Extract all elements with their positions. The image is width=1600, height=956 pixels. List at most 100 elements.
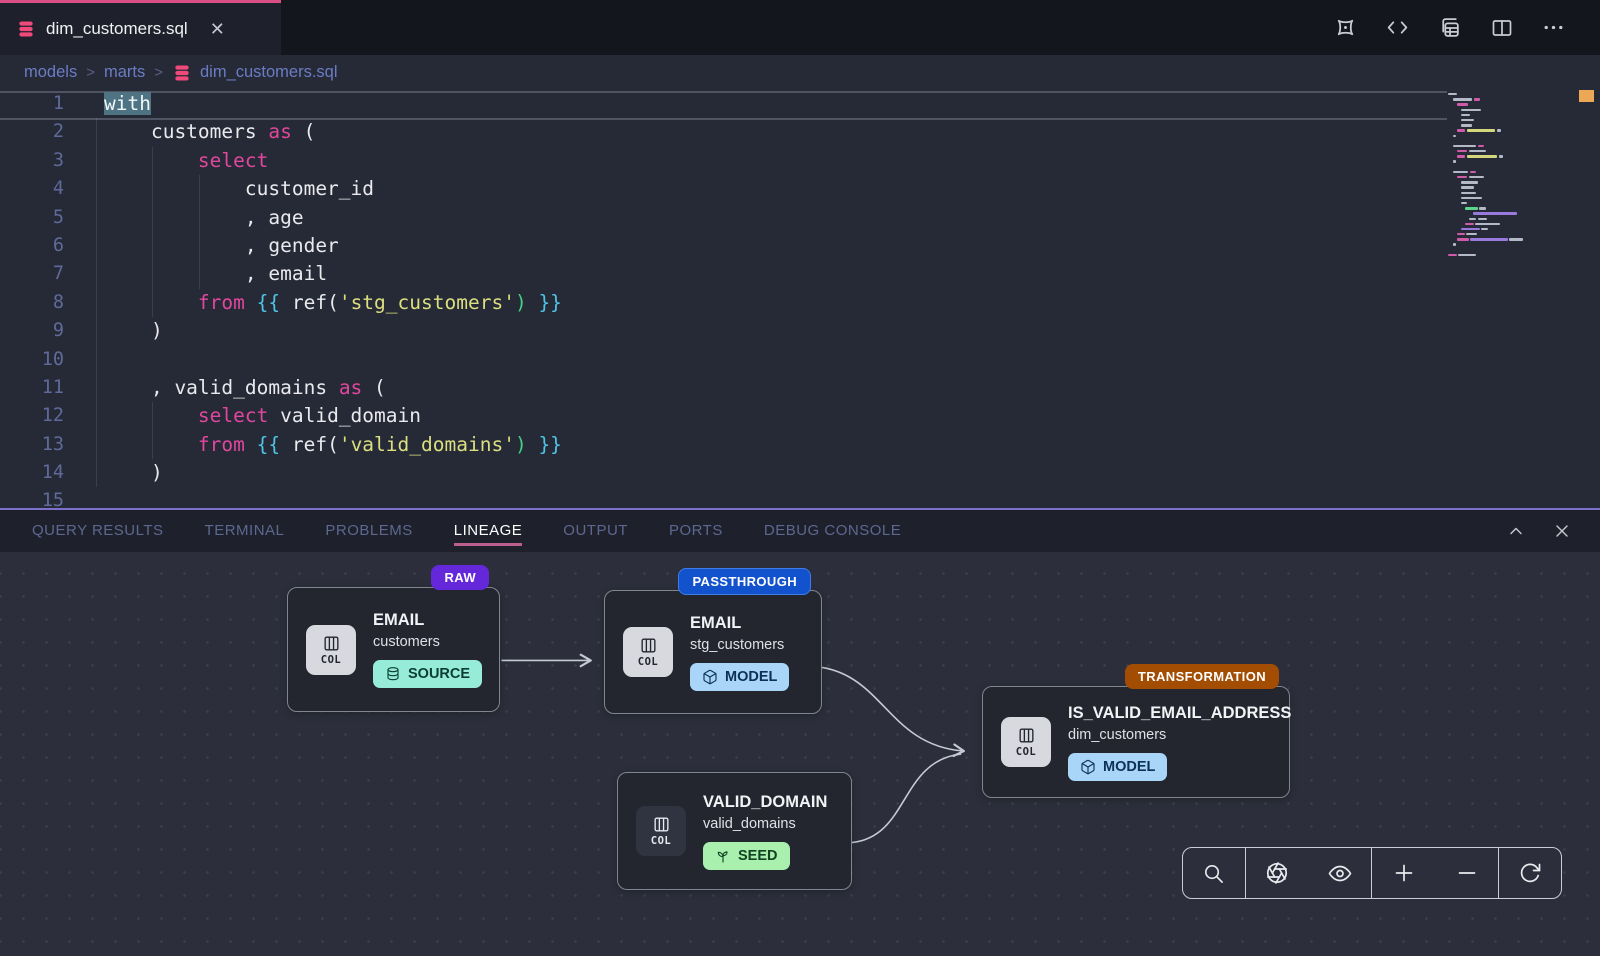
column-chip-label: COL <box>321 654 341 666</box>
split-editor-icon[interactable] <box>1489 15 1514 40</box>
lineage-node-stg-customers[interactable]: PASSTHROUGHCOLEMAILstg_customersMODEL <box>604 590 822 714</box>
code-line: , valid_domains as ( <box>104 374 562 402</box>
type-badge-label: MODEL <box>725 669 777 685</box>
type-badge-source: SOURCE <box>373 660 482 688</box>
dbt-extension-icon[interactable] <box>1333 15 1358 40</box>
line-number: 11 <box>0 374 64 402</box>
panel-tab-lineage[interactable]: LINEAGE <box>454 516 523 546</box>
aperture-icon[interactable] <box>1265 861 1289 885</box>
line-number: 9 <box>0 317 64 345</box>
tab-close-icon[interactable]: ✕ <box>210 20 225 38</box>
type-badge-label: SOURCE <box>408 666 470 682</box>
code-line: customer_id <box>104 175 562 203</box>
minimap[interactable] <box>1434 92 1564 272</box>
code-line: with <box>104 90 562 118</box>
indent-guide <box>96 118 97 487</box>
node-text: IS_VALID_EMAIL_ADDRESSdim_customersMODEL <box>1068 704 1291 781</box>
code-line: , age <box>104 204 562 232</box>
node-body: COL EMAIL stg_customers MODEL <box>605 591 821 713</box>
editor-tab-dim-customers[interactable]: dim_customers.sql ✕ <box>0 0 281 55</box>
lineage-badge-raw: RAW <box>431 565 489 590</box>
node-text: EMAIL stg_customers MODEL <box>690 614 789 691</box>
toolbar-group <box>1371 848 1498 898</box>
line-number: 12 <box>0 402 64 430</box>
code-line <box>104 346 562 374</box>
code-line: select <box>104 147 562 175</box>
code-lines: with customers as ( select customer_id ,… <box>104 90 562 508</box>
line-number: 8 <box>0 289 64 317</box>
node-body: COL IS_VALID_EMAIL_ADDRESSdim_customersMO… <box>983 687 1289 797</box>
panel-tab-terminal[interactable]: TERMINAL <box>205 516 285 546</box>
tab-title: dim_customers.sql <box>46 19 188 39</box>
code-line: ) <box>104 459 562 487</box>
breadcrumb-file[interactable]: dim_customers.sql <box>172 63 338 83</box>
lineage-node-valid-domains[interactable]: COLVALID_DOMAINvalid_domainsSEED <box>617 772 852 890</box>
lineage-badge-passthrough: PASSTHROUGH <box>678 568 811 595</box>
breadcrumb-separator: > <box>86 64 95 81</box>
code-line: from {{ ref('valid_domains') }} <box>104 431 562 459</box>
eye-icon[interactable] <box>1328 861 1352 885</box>
type-badge-label: SEED <box>738 848 778 864</box>
node-text: EMAIL customers SOURCE <box>373 611 482 688</box>
minimap-row <box>1434 253 1564 258</box>
more-actions-icon[interactable] <box>1541 15 1566 40</box>
line-number: 14 <box>0 459 64 487</box>
search-icon[interactable] <box>1202 861 1226 885</box>
panel-tab-query-results[interactable]: QUERY RESULTS <box>32 516 164 546</box>
code-line: , gender <box>104 232 562 260</box>
node-subtitle: stg_customers <box>690 637 784 653</box>
column-chip-label: COL <box>651 835 671 847</box>
overview-ruler-marker <box>1579 90 1594 102</box>
database-small-icon <box>385 666 401 682</box>
refresh-icon[interactable] <box>1518 861 1542 885</box>
open-as-code-icon[interactable] <box>1385 15 1410 40</box>
code-line: select valid_domain <box>104 402 562 430</box>
bottom-panel-header: QUERY RESULTS TERMINAL PROBLEMS LINEAGE OUTP… <box>0 508 1600 552</box>
column-chip-icon: COL <box>1001 717 1051 767</box>
column-chip-icon: COL <box>636 806 686 856</box>
lineage-toolbar <box>1182 847 1562 899</box>
breadcrumb-segment[interactable]: marts <box>104 63 145 82</box>
code-line: ) <box>104 317 562 345</box>
lineage-canvas[interactable]: RAWCOLEMAILcustomersSOURCEPASSTHROUGHCOL… <box>0 552 1600 956</box>
plus-icon[interactable] <box>1392 861 1416 885</box>
line-number-gutter: 123456789101112131415 <box>0 90 64 508</box>
line-number: 13 <box>0 431 64 459</box>
column-chip-label: COL <box>1016 746 1036 758</box>
lineage-node-customers[interactable]: RAWCOLEMAILcustomersSOURCE <box>287 587 500 712</box>
column-chip-icon: COL <box>623 627 673 677</box>
cube-icon <box>1080 759 1096 775</box>
panel-tab-debug-console[interactable]: DEBUG CONSOLE <box>764 516 901 546</box>
toolbar-group <box>1245 848 1371 898</box>
panel-tab-output[interactable]: OUTPUT <box>563 516 628 546</box>
code-editor[interactable]: 123456789101112131415 with customers as … <box>0 90 1600 508</box>
panel-tabs: QUERY RESULTS TERMINAL PROBLEMS LINEAGE OUTP… <box>32 516 901 546</box>
chevron-up-icon[interactable] <box>1506 521 1526 541</box>
node-subtitle: valid_domains <box>703 816 796 832</box>
code-line: from {{ ref('stg_customers') }} <box>104 289 562 317</box>
toolbar-group <box>1498 848 1561 898</box>
type-badge-model: MODEL <box>1068 753 1167 781</box>
database-icon <box>172 63 192 83</box>
minus-icon[interactable] <box>1455 861 1479 885</box>
type-badge-label: MODEL <box>1103 759 1155 775</box>
app-window: dim_customers.sql ✕ models>marts>dim_cus… <box>0 0 1600 956</box>
node-body: COL EMAIL customers SOURCE <box>288 588 499 711</box>
sprout-icon <box>715 848 731 864</box>
close-icon[interactable] <box>1552 521 1572 541</box>
line-number: 10 <box>0 346 64 374</box>
node-title: EMAIL <box>690 614 741 633</box>
line-number: 4 <box>0 175 64 203</box>
lineage-node-dim-customers[interactable]: TRANSFORMATIONCOLIS_VALID_EMAIL_ADDRESSd… <box>982 686 1290 798</box>
breadcrumb-segment[interactable]: models <box>24 63 77 82</box>
titlebar: dim_customers.sql ✕ <box>0 0 1600 55</box>
node-subtitle: customers <box>373 634 440 650</box>
line-number: 15 <box>0 487 64 508</box>
copy-table-icon[interactable] <box>1437 15 1462 40</box>
panel-tab-problems[interactable]: PROBLEMS <box>325 516 412 546</box>
node-title: EMAIL <box>373 611 424 630</box>
column-chip-icon: COL <box>306 625 356 675</box>
cube-icon <box>702 669 718 685</box>
panel-tab-ports[interactable]: PORTS <box>669 516 723 546</box>
breadcrumb-file-name: dim_customers.sql <box>200 63 338 82</box>
